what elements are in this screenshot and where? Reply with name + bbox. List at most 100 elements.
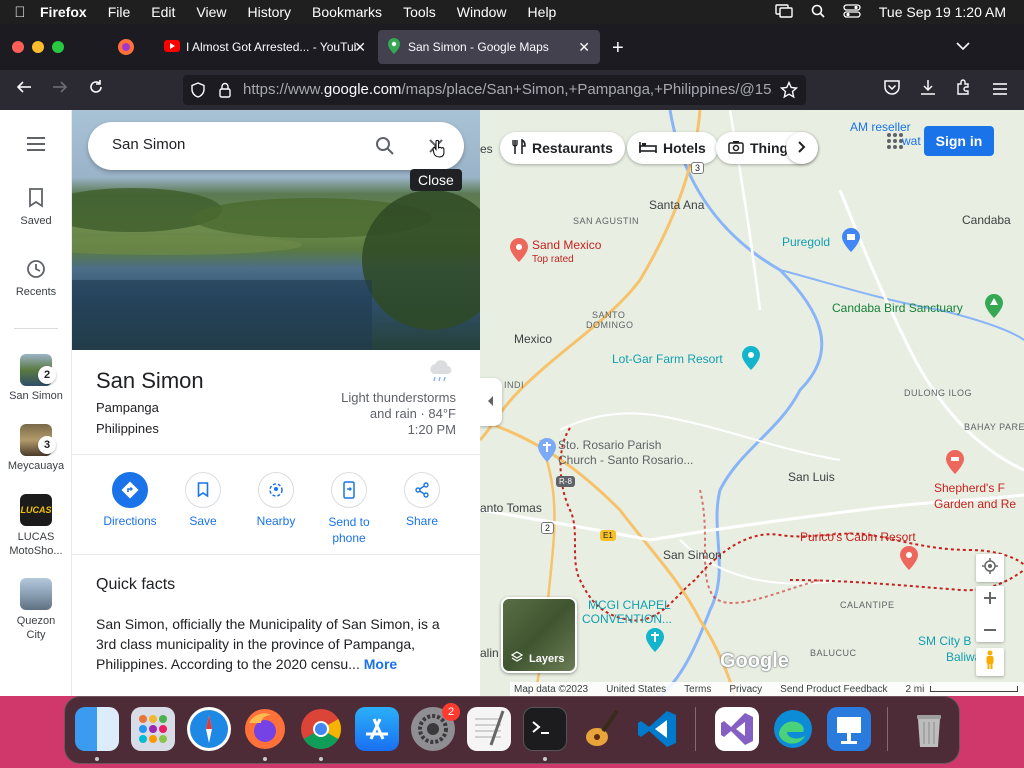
search-input[interactable]: San Simon — [112, 136, 185, 153]
list-all-tabs-icon[interactable] — [956, 38, 970, 56]
hamburger-menu-icon[interactable] — [26, 137, 46, 155]
collapse-panel-button[interactable] — [480, 378, 502, 426]
visual-studio-icon[interactable] — [715, 707, 759, 751]
map-label-mcgi-chapel-2[interactable]: CONVENTION... — [582, 612, 672, 626]
bookmark-star-icon[interactable] — [779, 80, 799, 103]
map-label-sto-rosario-2[interactable]: Church - Santo Rosario... — [558, 453, 693, 467]
chrome-icon[interactable] — [299, 707, 343, 751]
recent-place-lucas-motoshop[interactable]: LUCAS LUCAS MotoSho... — [0, 494, 72, 558]
menu-window[interactable]: Window — [457, 4, 507, 20]
forward-arrow-icon[interactable] — [48, 78, 72, 102]
new-tab-icon[interactable]: + — [612, 37, 624, 60]
menu-tools[interactable]: Tools — [403, 4, 436, 20]
directions-button[interactable]: Directions — [95, 472, 165, 528]
map-label-puregold[interactable]: Puregold — [782, 235, 830, 249]
map-label-mcgi-chapel-1[interactable]: MCGI CHAPEL — [588, 598, 671, 612]
map-label-santa-ana[interactable]: Santa Ana — [649, 198, 704, 212]
menu-history[interactable]: History — [247, 4, 291, 20]
recent-place-meycauaya[interactable]: 3 Meycauaya — [0, 424, 72, 472]
region-link[interactable]: United States — [606, 684, 666, 695]
close-tab-icon[interactable]: ✕ — [578, 39, 590, 56]
map-label-santo-tomas[interactable]: anto Tomas — [480, 501, 542, 515]
saved-button[interactable]: Saved — [0, 188, 72, 227]
menu-file[interactable]: File — [108, 4, 131, 20]
reload-icon[interactable] — [84, 78, 108, 102]
map-label-sand-mexico[interactable]: Sand Mexico — [532, 238, 601, 252]
attraction-pin-icon[interactable] — [742, 346, 760, 375]
url-bar[interactable]: https://www.google.com/maps/place/San+Si… — [183, 75, 806, 105]
zoom-in-icon[interactable] — [984, 591, 996, 609]
menu-app-name[interactable]: Firefox — [40, 4, 87, 20]
chips-scroll-right-button[interactable] — [786, 132, 818, 164]
close-tab-icon[interactable]: ✕ — [354, 39, 366, 56]
map-label-shepherds-1[interactable]: Shepherd's F — [934, 481, 1005, 495]
control-center-icon[interactable] — [843, 3, 861, 21]
terminal-icon[interactable] — [523, 707, 567, 751]
downloads-icon[interactable] — [916, 78, 940, 102]
save-button[interactable]: Save — [168, 472, 238, 528]
sign-in-button[interactable]: Sign in — [924, 126, 994, 156]
my-location-button[interactable] — [976, 554, 1004, 582]
shield-icon[interactable] — [191, 82, 205, 102]
layers-button[interactable]: Layers — [501, 597, 577, 673]
share-button[interactable]: Share — [387, 472, 457, 528]
search-icon[interactable] — [375, 136, 395, 161]
pocket-icon[interactable] — [880, 78, 904, 102]
window-minimize-button[interactable] — [32, 41, 44, 53]
garageband-icon[interactable] — [579, 707, 623, 751]
terms-link[interactable]: Terms — [684, 684, 711, 695]
url-text[interactable]: https://www.google.com/maps/place/San+Si… — [243, 81, 773, 98]
main-menu-button[interactable] — [0, 136, 72, 155]
textedit-icon[interactable] — [467, 707, 511, 751]
keynote-icon[interactable] — [827, 707, 871, 751]
apple-menu-icon[interactable]:  — [0, 4, 40, 21]
vscode-icon[interactable] — [635, 707, 679, 751]
zoom-out-icon[interactable] — [984, 619, 996, 637]
map-label-puricos-cabin-resort[interactable]: Purico's Cabin Resort — [800, 530, 916, 544]
map-label-shepherds-2[interactable]: Garden and Re — [934, 497, 1016, 511]
recent-place-quezon-city[interactable]: Quezon City — [0, 578, 72, 642]
spotlight-search-icon[interactable] — [811, 4, 825, 21]
park-pin-icon[interactable] — [985, 294, 1003, 323]
map-label-am-reseller[interactable]: AM reseller — [850, 120, 911, 134]
app-store-icon[interactable] — [355, 707, 399, 751]
map-label-san-luis[interactable]: San Luis — [788, 470, 835, 484]
map-label-candaba-bird-sanctuary[interactable]: Candaba Bird Sanctuary — [832, 301, 963, 315]
search-box[interactable]: San Simon — [88, 122, 464, 170]
safari-icon[interactable] — [187, 707, 231, 751]
more-link[interactable]: More — [364, 656, 397, 672]
menu-edit[interactable]: Edit — [151, 4, 175, 20]
menu-view[interactable]: View — [196, 4, 226, 20]
map-label-sm-city-1[interactable]: SM City B — [918, 634, 971, 648]
chip-restaurants[interactable]: Restaurants — [500, 132, 625, 164]
firefox-icon[interactable] — [243, 707, 287, 751]
lock-icon[interactable] — [219, 82, 231, 102]
recents-button[interactable]: Recents — [0, 258, 72, 298]
map-label-lot-gar-farm-resort[interactable]: Lot-Gar Farm Resort — [612, 352, 723, 366]
map-label-candaba[interactable]: Candaba — [962, 213, 1011, 227]
menu-help[interactable]: Help — [528, 4, 557, 20]
resort-pin-icon[interactable] — [900, 546, 918, 575]
launchpad-icon[interactable] — [131, 707, 175, 751]
window-close-button[interactable] — [12, 41, 24, 53]
map-canvas[interactable]: Restaurants Hotels Things Sign in AM res… — [480, 110, 1024, 696]
firefox-view-icon[interactable] — [117, 38, 135, 61]
shopping-pin-icon[interactable] — [842, 228, 860, 257]
church-pin-icon[interactable] — [538, 438, 556, 467]
back-arrow-icon[interactable] — [12, 78, 36, 102]
send-to-phone-button[interactable]: Send to phone — [314, 472, 384, 546]
chip-hotels[interactable]: Hotels — [627, 132, 718, 164]
map-label-sto-rosario-1[interactable]: Sto. Rosario Parish — [558, 438, 661, 452]
map-label-san-simon[interactable]: San Simon — [663, 548, 722, 562]
finder-icon[interactable] — [75, 707, 119, 751]
send-feedback-link[interactable]: Send Product Feedback — [780, 684, 887, 695]
restaurant-pin-icon[interactable] — [510, 238, 528, 267]
trash-icon[interactable] — [907, 707, 951, 751]
recent-place-san-simon[interactable]: 2 San Simon — [0, 354, 72, 402]
screen-mirroring-icon[interactable] — [775, 3, 793, 21]
window-zoom-button[interactable] — [52, 41, 64, 53]
hotel-pin-icon[interactable] — [946, 450, 964, 479]
street-view-pegman-button[interactable] — [976, 648, 1004, 676]
scale-label[interactable]: 2 mi — [905, 684, 924, 695]
tab-google-maps[interactable]: San Simon - Google Maps ✕ — [378, 30, 600, 64]
